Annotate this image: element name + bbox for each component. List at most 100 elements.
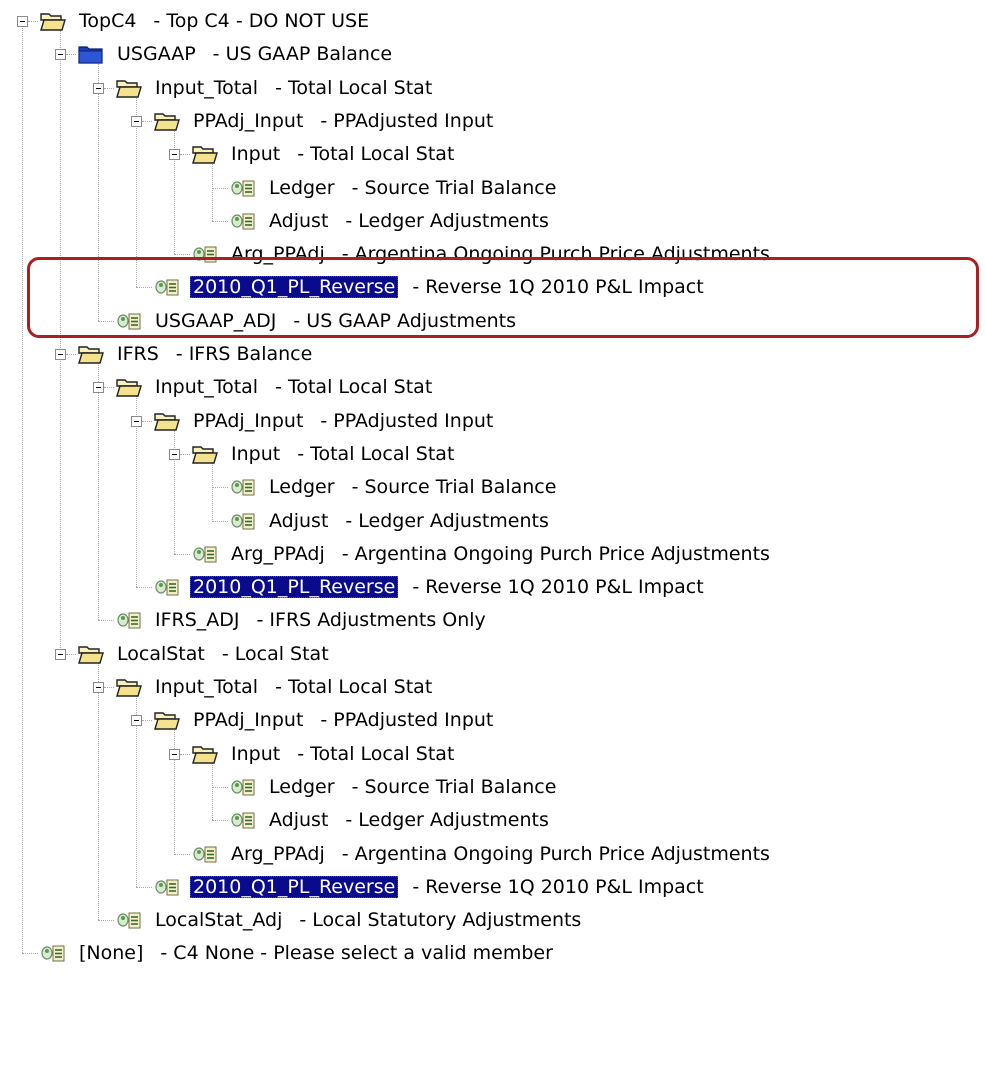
node-name[interactable]: Ledger	[266, 476, 338, 498]
tree-connector	[212, 187, 228, 189]
tree-connector	[98, 61, 99, 321]
tree-node[interactable]: Ledger - Source Trial Balance	[230, 772, 556, 802]
collapse-toggle[interactable]	[55, 49, 66, 61]
tree-node[interactable]: Ledger - Source Trial Balance	[230, 472, 556, 502]
node-name[interactable]: Adjust	[266, 809, 331, 831]
node-name[interactable]: PPAdj_Input	[190, 410, 306, 432]
node-name[interactable]: Arg_PPAdj	[228, 843, 328, 865]
tree-node[interactable]: USGAAP - US GAAP Balance	[78, 39, 392, 69]
tree-node[interactable]: PPAdj_Input - PPAdjusted Input	[154, 106, 493, 136]
collapse-toggle[interactable]	[17, 16, 28, 27]
member-icon	[116, 309, 142, 333]
tree-node[interactable]: Arg_PPAdj - Argentina Ongoing Purch Price…	[192, 239, 770, 269]
tree-connector	[212, 820, 228, 822]
tree-connector	[174, 254, 190, 256]
node-name[interactable]: 2010_Q1_PL_Reverse	[190, 875, 399, 898]
node-name[interactable]: Input_Total	[152, 676, 261, 698]
tree-connector	[98, 660, 99, 921]
tree-node[interactable]: Arg_PPAdj - Argentina Ongoing Purch Price…	[192, 839, 770, 869]
tree-connector	[104, 387, 114, 389]
node-name[interactable]: 2010_Q1_PL_Reverse	[190, 576, 399, 599]
member-icon	[116, 608, 142, 632]
node-name[interactable]: Adjust	[266, 210, 331, 232]
tree-node[interactable]: PPAdj_Input - PPAdjusted Input	[154, 406, 493, 436]
tree-node[interactable]: Adjust - Ledger Adjustments	[230, 506, 549, 536]
tree-connector	[142, 720, 152, 722]
collapse-toggle[interactable]	[55, 349, 66, 360]
tree-connector	[98, 620, 114, 622]
folder-open-icon	[154, 109, 180, 133]
node-description: - PPAdjusted Input	[320, 109, 494, 132]
tree-node[interactable]: Input_Total - Total Local Stat	[116, 73, 432, 103]
node-name[interactable]: Arg_PPAdj	[228, 243, 328, 265]
collapse-toggle[interactable]	[169, 748, 180, 760]
node-name[interactable]: Arg_PPAdj	[228, 543, 328, 565]
tree-node[interactable]: Adjust - Ledger Adjustments	[230, 805, 549, 835]
tree-connector	[136, 287, 152, 289]
node-name[interactable]: Ledger	[266, 177, 338, 199]
tree-node[interactable]: LocalStat - Local Stat	[78, 639, 329, 669]
collapse-toggle[interactable]	[169, 448, 180, 460]
tree-node[interactable]: PPAdj_Input - PPAdjusted Input	[154, 705, 493, 735]
node-name[interactable]: USGAAP	[114, 43, 199, 65]
member-icon	[230, 475, 256, 499]
tree-node[interactable]: Input_Total - Total Local Stat	[116, 372, 432, 402]
collapse-toggle[interactable]	[93, 82, 104, 94]
node-name[interactable]: Input_Total	[152, 376, 261, 398]
collapse-toggle[interactable]	[55, 648, 66, 660]
collapse-toggle[interactable]	[131, 715, 142, 727]
node-name[interactable]: Input	[228, 143, 283, 165]
node-name[interactable]: Input	[228, 443, 283, 465]
tree-connector	[212, 460, 213, 521]
collapse-toggle[interactable]	[131, 115, 142, 127]
tree-connector	[98, 361, 99, 621]
node-name[interactable]: PPAdj_Input	[190, 110, 306, 132]
tree-connector	[28, 21, 38, 22]
node-name[interactable]: [None]	[76, 942, 146, 964]
tree-connector	[98, 320, 114, 322]
collapse-toggle[interactable]	[131, 415, 142, 427]
node-name[interactable]: PPAdj_Input	[190, 709, 306, 731]
collapse-toggle[interactable]	[93, 382, 104, 394]
tree-node[interactable]: Adjust - Ledger Adjustments	[230, 206, 549, 236]
tree-connector	[180, 453, 190, 455]
node-name[interactable]: 2010_Q1_PL_Reverse	[190, 276, 399, 299]
tree-node[interactable]: Ledger - Source Trial Balance	[230, 173, 556, 203]
folder-open-icon	[116, 375, 142, 399]
node-name[interactable]: IFRS	[114, 343, 162, 365]
collapse-toggle[interactable]	[169, 149, 180, 161]
tree-node[interactable]: 2010_Q1_PL_Reverse - Reverse 1Q 2010 P&L …	[154, 872, 704, 902]
node-name[interactable]: LocalStat	[114, 643, 208, 665]
tree-node[interactable]: Input - Total Local Stat	[192, 439, 454, 469]
node-description: - Total Local Stat	[297, 143, 455, 166]
tree-connector	[180, 753, 190, 755]
tree-connector	[136, 587, 152, 589]
folder-open-icon	[40, 9, 66, 33]
node-name[interactable]: LocalStat_Adj	[152, 909, 285, 931]
node-description: - US GAAP Balance	[212, 43, 393, 66]
tree-node[interactable]: 2010_Q1_PL_Reverse - Reverse 1Q 2010 P&L …	[154, 272, 704, 302]
tree-node[interactable]: Input - Total Local Stat	[192, 739, 454, 769]
tree-node[interactable]: TopC4 - Top C4 - DO NOT USE	[40, 6, 369, 36]
tree-node[interactable]: Arg_PPAdj - Argentina Ongoing Purch Price…	[192, 539, 770, 569]
tree-node[interactable]: IFRS - IFRS Balance	[78, 339, 312, 369]
tree-node[interactable]: USGAAP_ADJ - US GAAP Adjustments	[116, 306, 516, 336]
node-description: - Ledger Adjustments	[345, 209, 549, 232]
node-name[interactable]: Ledger	[266, 776, 338, 798]
collapse-toggle[interactable]	[93, 682, 104, 693]
node-name[interactable]: Adjust	[266, 510, 331, 532]
node-name[interactable]: IFRS_ADJ	[152, 609, 243, 631]
tree-node[interactable]: [None] - C4 None - Please select a valid …	[40, 938, 553, 968]
node-name[interactable]: USGAAP_ADJ	[152, 310, 279, 332]
tree-connector	[212, 487, 228, 489]
tree-connector	[212, 220, 228, 222]
node-name[interactable]: Input_Total	[152, 77, 261, 99]
tree-connector	[22, 28, 23, 954]
node-name[interactable]: TopC4	[76, 10, 139, 32]
tree-node[interactable]: Input_Total - Total Local Stat	[116, 672, 432, 702]
tree-node[interactable]: 2010_Q1_PL_Reverse - Reverse 1Q 2010 P&L …	[154, 572, 704, 602]
node-name[interactable]: Input	[228, 743, 283, 765]
tree-node[interactable]: Input - Total Local Stat	[192, 139, 454, 169]
tree-node[interactable]: IFRS_ADJ - IFRS Adjustments Only	[116, 605, 486, 635]
tree-node[interactable]: LocalStat_Adj - Local Statutory Adjustmen…	[116, 905, 581, 935]
